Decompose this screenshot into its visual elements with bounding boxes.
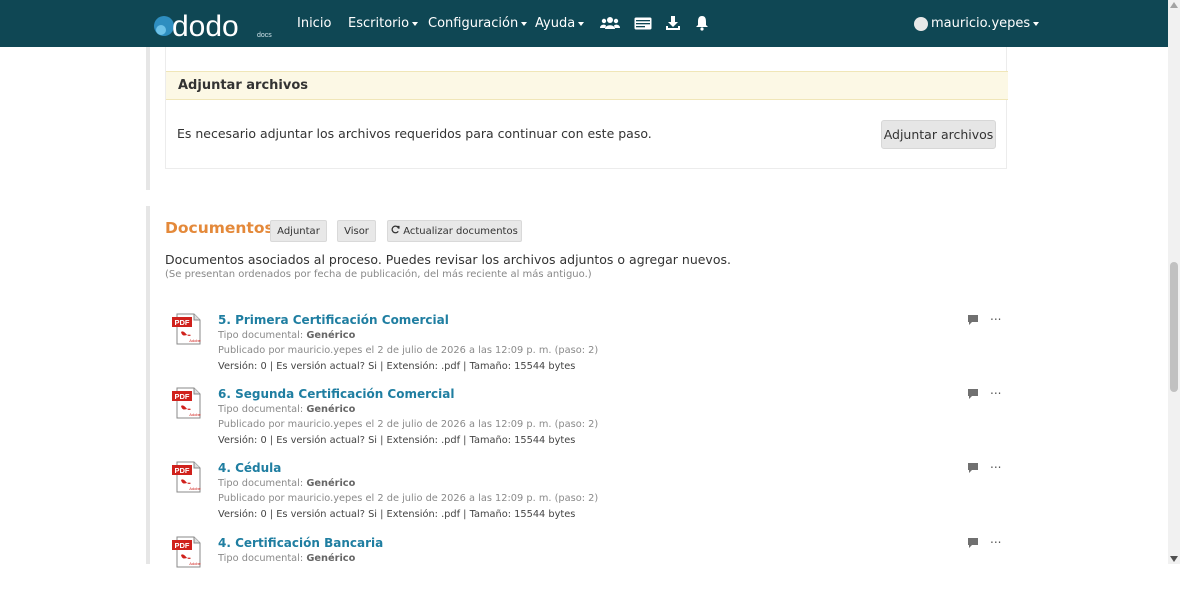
upload-panel: Adjuntar archivos Es necesario adjuntar … bbox=[165, 47, 1008, 169]
nav-item-configuracion[interactable]: Configuración bbox=[428, 0, 528, 47]
pdf-file-icon[interactable]: PDF Adobe bbox=[170, 387, 202, 419]
comment-icon[interactable] bbox=[967, 459, 979, 473]
pdf-file-icon[interactable]: PDF Adobe bbox=[170, 313, 202, 345]
panel-title: Adjuntar archivos bbox=[178, 78, 308, 93]
caret-down-icon bbox=[412, 22, 419, 26]
attach-button[interactable]: Adjuntar bbox=[270, 220, 327, 242]
nav-label: Inicio bbox=[297, 16, 332, 31]
top-navbar: dodo docs Inicio Escritorio Configuració… bbox=[0, 0, 1168, 47]
caret-down-icon bbox=[578, 22, 585, 26]
nav-label: Configuración bbox=[428, 16, 519, 31]
document-published: Publicado por mauricio.yepes el 2 de jul… bbox=[218, 419, 599, 430]
type-label: Tipo documental: bbox=[218, 478, 304, 489]
svg-text:dodo: dodo bbox=[172, 10, 239, 42]
document-type: Tipo documental: Genérico bbox=[218, 330, 355, 341]
type-value: Genérico bbox=[306, 404, 356, 415]
nav-label: Escritorio bbox=[348, 16, 410, 31]
refresh-icon bbox=[391, 225, 400, 237]
more-options-button[interactable]: ... bbox=[990, 309, 1001, 323]
more-options-button[interactable]: ... bbox=[990, 383, 1001, 397]
caret-down-icon bbox=[1033, 22, 1040, 26]
document-title-link[interactable]: 4. Cédula bbox=[218, 461, 281, 475]
username: mauricio.yepes bbox=[931, 16, 1031, 31]
svg-text:PDF: PDF bbox=[175, 318, 190, 327]
bell-icon[interactable] bbox=[691, 12, 713, 34]
users-icon[interactable] bbox=[599, 12, 621, 34]
svg-text:PDF: PDF bbox=[175, 392, 190, 401]
document-meta: Versión: 0 | Es versión actual? Si | Ext… bbox=[218, 361, 576, 372]
more-options-button[interactable]: ... bbox=[990, 457, 1001, 471]
type-label: Tipo documental: bbox=[218, 404, 304, 415]
comment-icon[interactable] bbox=[967, 534, 979, 548]
documents-note: (Se presentan ordenados por fecha de pub… bbox=[165, 269, 592, 280]
comment-icon[interactable] bbox=[967, 311, 979, 325]
document-type: Tipo documental: Genérico bbox=[218, 553, 355, 564]
svg-text:PDF: PDF bbox=[175, 466, 190, 475]
document-published: Publicado por mauricio.yepes el 2 de jul… bbox=[218, 345, 599, 356]
download-icon[interactable] bbox=[662, 12, 684, 34]
svg-text:Adobe: Adobe bbox=[189, 412, 201, 417]
document-title-link[interactable]: 6. Segunda Certificación Comercial bbox=[218, 387, 454, 401]
document-item: PDF Adobe 4. Cédula Tipo documental: Gen… bbox=[170, 457, 1010, 531]
svg-text:docs: docs bbox=[257, 32, 272, 39]
vertical-scrollbar[interactable] bbox=[1168, 0, 1180, 564]
pdf-file-icon[interactable]: PDF Adobe bbox=[170, 536, 202, 568]
documents-title: Documentos bbox=[165, 219, 274, 237]
nav-label: Ayuda bbox=[535, 16, 576, 31]
panel-heading: Adjuntar archivos bbox=[166, 71, 1008, 100]
caret-down-icon bbox=[521, 22, 528, 26]
scrollbar-thumb[interactable] bbox=[1170, 262, 1178, 392]
scroll-up-arrow-icon[interactable] bbox=[1170, 2, 1178, 8]
attach-files-button[interactable]: Adjuntar archivos bbox=[881, 120, 996, 149]
document-type: Tipo documental: Genérico bbox=[218, 404, 355, 415]
nav-item-ayuda[interactable]: Ayuda bbox=[535, 0, 585, 47]
svg-text:Adobe: Adobe bbox=[189, 338, 201, 343]
document-meta: Versión: 0 | Es versión actual? Si | Ext… bbox=[218, 435, 576, 446]
more-options-button[interactable]: ... bbox=[990, 532, 1001, 546]
viewer-button[interactable]: Visor bbox=[337, 220, 376, 242]
document-type: Tipo documental: Genérico bbox=[218, 478, 355, 489]
nav-item-inicio[interactable]: Inicio bbox=[297, 0, 331, 47]
upload-message: Es necesario adjuntar los archivos reque… bbox=[177, 126, 652, 141]
nav-item-escritorio[interactable]: Escritorio bbox=[348, 0, 419, 47]
document-meta: Versión: 0 | Es versión actual? Si | Ext… bbox=[218, 509, 576, 520]
type-value: Genérico bbox=[306, 553, 356, 564]
section-divider bbox=[146, 206, 150, 564]
user-menu[interactable]: mauricio.yepes bbox=[914, 0, 1040, 47]
section-divider bbox=[146, 47, 150, 190]
type-value: Genérico bbox=[306, 330, 356, 341]
type-label: Tipo documental: bbox=[218, 330, 304, 341]
svg-text:PDF: PDF bbox=[175, 541, 190, 550]
type-label: Tipo documental: bbox=[218, 553, 304, 564]
documents-description: Documentos asociados al proceso. Puedes … bbox=[165, 252, 731, 267]
scroll-down-arrow-icon[interactable] bbox=[1170, 556, 1178, 562]
document-published: Publicado por mauricio.yepes el 2 de jul… bbox=[218, 493, 599, 504]
document-item: PDF Adobe 5. Primera Certificación Comer… bbox=[170, 309, 1010, 383]
refresh-label: Actualizar documentos bbox=[403, 225, 518, 237]
document-item: PDF Adobe 4. Certificación Bancaria Tipo… bbox=[170, 532, 1010, 606]
refresh-documents-button[interactable]: Actualizar documentos bbox=[387, 220, 522, 242]
document-title-link[interactable]: 5. Primera Certificación Comercial bbox=[218, 313, 449, 327]
svg-text:Adobe: Adobe bbox=[189, 486, 201, 491]
document-title-link[interactable]: 4. Certificación Bancaria bbox=[218, 536, 383, 550]
id-card-icon[interactable] bbox=[632, 12, 654, 34]
avatar bbox=[914, 16, 928, 31]
comment-icon[interactable] bbox=[967, 385, 979, 399]
document-item: PDF Adobe 6. Segunda Certificación Comer… bbox=[170, 383, 1010, 457]
pdf-file-icon[interactable]: PDF Adobe bbox=[170, 461, 202, 493]
type-value: Genérico bbox=[306, 478, 356, 489]
dodo-logo[interactable]: dodo docs bbox=[152, 8, 272, 43]
